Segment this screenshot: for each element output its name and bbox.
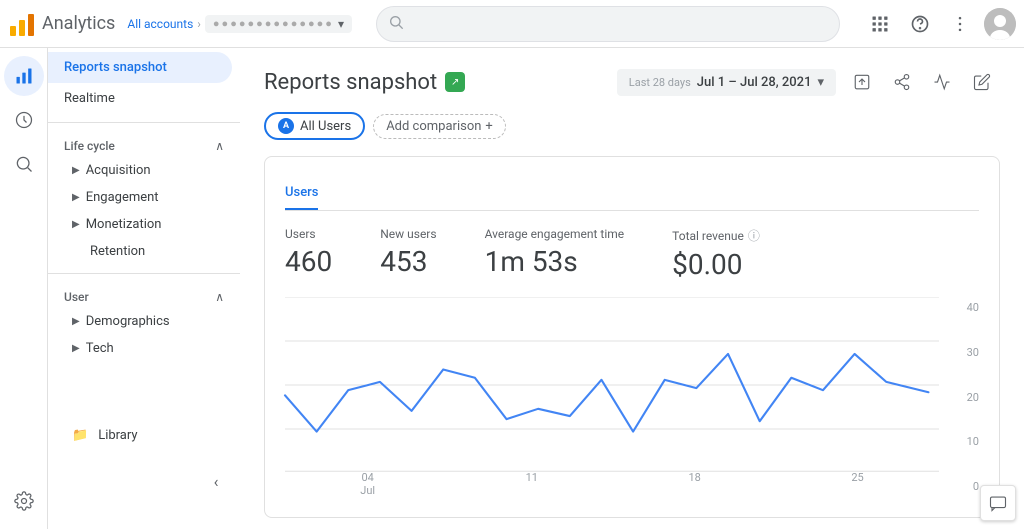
x-label-11: 11 <box>526 471 538 497</box>
x-label-18: 18 <box>688 471 700 497</box>
metric-revenue-label: Total revenue ⓘ <box>672 227 760 244</box>
nav-item-demographics[interactable]: ▶ Demographics <box>48 308 240 335</box>
search-bar <box>376 6 840 42</box>
tab-bar: Users <box>285 177 979 211</box>
revenue-info-icon[interactable]: ⓘ <box>748 227 760 244</box>
nav-item-monetization[interactable]: ▶ Monetization <box>48 211 240 238</box>
nav-icons <box>0 48 48 529</box>
topbar-right <box>864 8 1016 40</box>
app-name: Analytics <box>42 13 115 34</box>
metric-revenue: Total revenue ⓘ $0.00 <box>672 227 760 281</box>
metric-engagement-label: Average engagement time <box>485 227 625 241</box>
nav-item-acquisition[interactable]: ▶ Acquisition <box>48 157 240 184</box>
x-label-04: 04 Jul <box>360 471 375 497</box>
nav-divider-1 <box>48 122 240 123</box>
account-breadcrumb[interactable]: All accounts › ●●●●●●●●●●●●●● ▾ <box>127 15 352 33</box>
insights-button[interactable] <box>924 64 960 100</box>
edit-button[interactable] <box>964 64 1000 100</box>
header-action-buttons <box>844 64 1000 100</box>
tech-chevron-icon: ▶ <box>72 343 80 354</box>
nav-item-retention[interactable]: Retention <box>48 238 240 265</box>
date-range-chevron-icon: ▾ <box>817 75 824 90</box>
y-label-0: 0 <box>967 480 979 493</box>
chart-svg-container <box>285 297 939 473</box>
metrics-row: Users 460 New users 453 Average engageme… <box>285 227 979 281</box>
metric-new-users-value: 453 <box>380 245 436 278</box>
help-button[interactable] <box>904 8 936 40</box>
add-comparison-plus-icon: + <box>485 119 492 134</box>
date-range-picker[interactable]: Last 28 days Jul 1 – Jul 28, 2021 ▾ <box>617 69 836 96</box>
metric-users-label: Users <box>285 227 332 241</box>
lifecycle-section-title: Life cycle ∧ <box>48 131 240 157</box>
nav-item-realtime[interactable]: Realtime <box>48 83 232 114</box>
comparison-bar: A All Users Add comparison + <box>264 112 1000 140</box>
metric-users-value: 460 <box>285 245 332 278</box>
add-comparison-button[interactable]: Add comparison + <box>373 114 506 139</box>
search-icon <box>388 14 404 34</box>
tab-users[interactable]: Users <box>285 177 318 210</box>
more-button[interactable] <box>944 8 976 40</box>
apps-button[interactable] <box>864 8 896 40</box>
acquisition-chevron-icon: ▶ <box>72 165 80 176</box>
y-label-20: 20 <box>967 391 979 404</box>
feedback-button[interactable] <box>980 485 1016 521</box>
nav-icon-explore[interactable] <box>4 144 44 184</box>
all-users-chip[interactable]: A All Users <box>264 112 365 140</box>
main-layout: Reports snapshot Realtime Life cycle ∧ ▶… <box>0 48 1024 529</box>
external-link-icon[interactable]: ↗ <box>445 72 465 92</box>
metric-engagement: Average engagement time 1m 53s <box>485 227 625 281</box>
metric-new-users: New users 453 <box>380 227 436 281</box>
nav-panel: Reports snapshot Realtime Life cycle ∧ ▶… <box>48 48 240 529</box>
chart-area: 40 30 20 10 0 04 Jul 11 18 <box>285 297 979 497</box>
demographics-chevron-icon: ▶ <box>72 316 80 327</box>
nav-library[interactable]: 📁 Library <box>48 422 240 449</box>
metrics-card: Users Users 460 New users 453 Average en… <box>264 156 1000 518</box>
collapse-nav-button[interactable]: ‹ <box>200 465 232 497</box>
x-axis: 04 Jul 11 18 25 <box>285 471 939 497</box>
nav-icon-realtime[interactable] <box>4 100 44 140</box>
x-label-25: 25 <box>851 471 863 497</box>
metric-revenue-value: $0.00 <box>672 248 760 281</box>
page-title: Reports snapshot ↗ <box>264 70 465 95</box>
left-sidebar: Reports snapshot Realtime Life cycle ∧ ▶… <box>0 48 240 529</box>
account-name-chip[interactable]: ●●●●●●●●●●●●●● ▾ <box>205 15 352 33</box>
nav-divider-2 <box>48 273 240 274</box>
nav-item-reports-snapshot[interactable]: Reports snapshot <box>48 52 232 83</box>
analytics-logo-icon <box>8 10 36 38</box>
main-header: Reports snapshot ↗ Last 28 days Jul 1 – … <box>264 64 1000 100</box>
y-label-10: 10 <box>967 435 979 448</box>
chart-line-svg <box>285 297 939 473</box>
search-input[interactable] <box>376 6 840 42</box>
nav-item-engagement[interactable]: ▶ Engagement <box>48 184 240 211</box>
logo: Analytics <box>8 10 115 38</box>
metric-engagement-value: 1m 53s <box>485 245 625 278</box>
nav-item-tech[interactable]: ▶ Tech <box>48 335 240 362</box>
metric-new-users-label: New users <box>380 227 436 241</box>
share-button[interactable] <box>884 64 920 100</box>
user-section-title: User ∧ <box>48 282 240 308</box>
main-content: Reports snapshot ↗ Last 28 days Jul 1 – … <box>240 48 1024 529</box>
header-controls: Last 28 days Jul 1 – Jul 28, 2021 ▾ <box>617 64 1000 100</box>
nav-icon-settings[interactable] <box>4 481 44 521</box>
monetization-chevron-icon: ▶ <box>72 219 80 230</box>
breadcrumb-sep: › <box>197 17 201 31</box>
engagement-chevron-icon: ▶ <box>72 192 80 203</box>
export-button[interactable] <box>844 64 880 100</box>
y-label-30: 30 <box>967 346 979 359</box>
all-users-chip-icon: A <box>278 118 294 134</box>
y-axis: 40 30 20 10 0 <box>967 297 979 497</box>
topbar: Analytics All accounts › ●●●●●●●●●●●●●● … <box>0 0 1024 48</box>
all-accounts-link[interactable]: All accounts <box>127 17 193 31</box>
y-label-40: 40 <box>967 301 979 314</box>
avatar[interactable] <box>984 8 1016 40</box>
lifecycle-chevron-icon[interactable]: ∧ <box>215 139 224 153</box>
user-chevron-icon[interactable]: ∧ <box>215 290 224 304</box>
metric-users: Users 460 <box>285 227 332 281</box>
library-icon: 📁 <box>72 428 88 443</box>
nav-icon-reports[interactable] <box>4 56 44 96</box>
